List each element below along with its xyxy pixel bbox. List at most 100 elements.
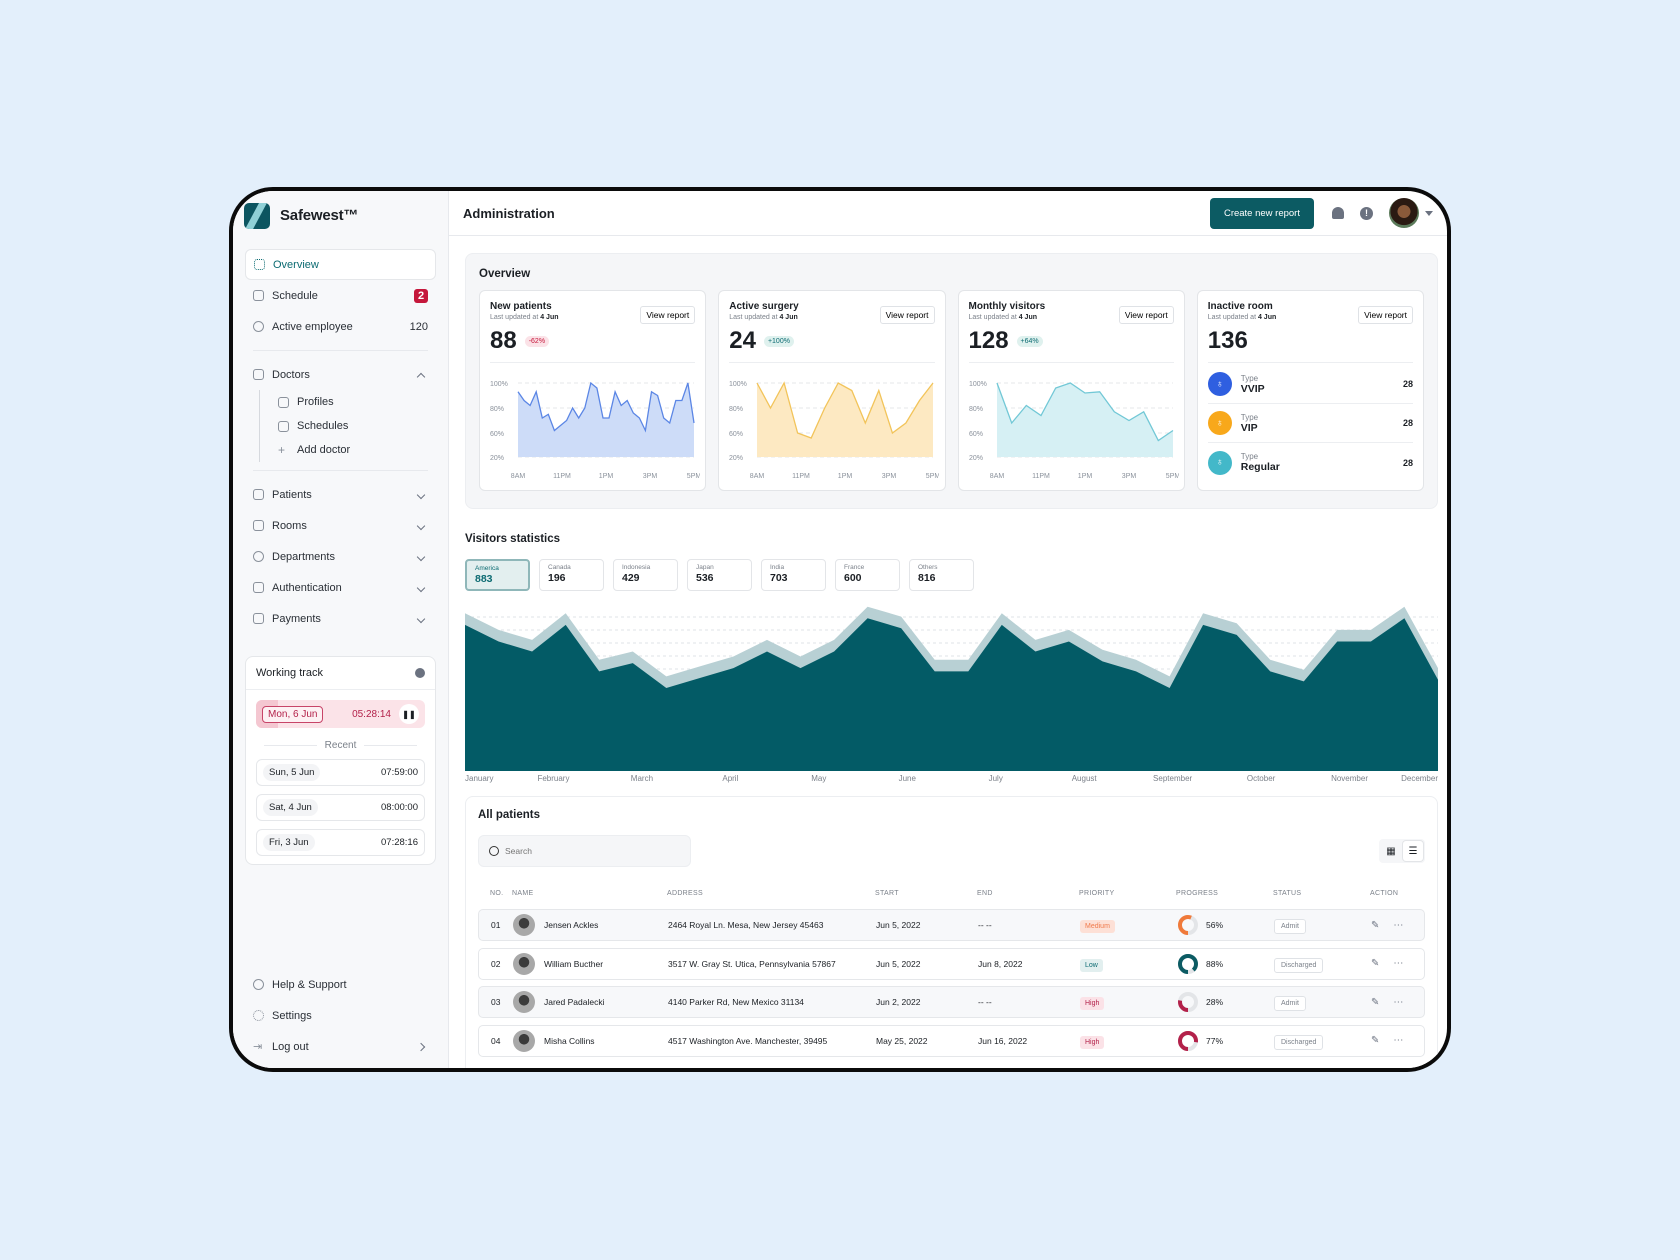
country-tab[interactable]: France 600	[835, 559, 900, 591]
alert-icon[interactable]: !	[1360, 206, 1373, 220]
action-cell: ✎ ⋯	[1371, 920, 1424, 931]
month-axis: January February March April May June July Augu…	[465, 774, 1438, 788]
card-icon	[253, 613, 264, 624]
status-badge: Admit	[1274, 996, 1306, 1011]
status-cell: Admit	[1274, 919, 1371, 934]
logo-icon	[244, 202, 270, 229]
action-cell: ✎ ⋯	[1371, 958, 1424, 969]
gear-icon	[253, 1010, 264, 1021]
priority-badge: High	[1080, 1035, 1105, 1049]
month-label: February	[537, 774, 570, 783]
priority-cell: Medium	[1080, 920, 1177, 933]
create-report-button[interactable]: Create new report	[1209, 197, 1314, 229]
sidebar-item-rooms[interactable]: Rooms	[245, 510, 436, 541]
x-tick-label: 8AM	[989, 473, 1004, 480]
column-header: STATUS	[1273, 889, 1302, 897]
search-input[interactable]	[505, 846, 675, 856]
view-report-button[interactable]: View report	[640, 306, 696, 324]
country-tab[interactable]: Japan 536	[687, 559, 752, 591]
table-row[interactable]: 01 Jensen Ackles 2464 Royal Ln. Mesa, New …	[478, 909, 1425, 941]
country-value: 429	[622, 572, 640, 584]
sidebar-item-logout[interactable]: ⇥ Log out	[245, 1031, 436, 1062]
country-tab[interactable]: Indonesia 429	[613, 559, 678, 591]
sidebar-item-doctors[interactable]: Doctors	[245, 359, 436, 390]
overview-cards: New patients Last updated at 4 Jun View re…	[466, 280, 1437, 491]
sidebar-item-settings[interactable]: Settings	[245, 1000, 436, 1031]
sidebar-item-schedule[interactable]: Schedule 2	[245, 280, 436, 311]
column-header: ACTION	[1370, 889, 1399, 897]
card-value: 128	[968, 327, 1009, 354]
more-icon[interactable]: ⋯	[1393, 997, 1403, 1008]
chevron-down-icon	[416, 552, 426, 561]
progress-cell: 56%	[1177, 914, 1274, 936]
sidebar-item-overview[interactable]: Overview	[245, 249, 436, 280]
recent-item[interactable]: Sat, 4 Jun 08:00:00	[256, 794, 425, 821]
room-type-text: Type VIP	[1241, 413, 1258, 434]
sidebar-bottom: Help & Support Settings ⇥ Log out	[245, 969, 436, 1062]
edit-icon[interactable]: ✎	[1371, 997, 1379, 1008]
more-icon[interactable]: ⋯	[1393, 1035, 1403, 1046]
sidebar-item-profiles[interactable]: Profiles	[270, 390, 436, 414]
brand-name: Safewest™	[280, 207, 359, 224]
card-value: 88	[490, 327, 517, 354]
recent-item[interactable]: Fri, 3 Jun 07:28:16	[256, 829, 425, 856]
sidebar-item-authentication[interactable]: Authentication	[245, 572, 436, 603]
patient-name: William Bucther	[544, 958, 604, 969]
action-cell: ✎ ⋯	[1371, 1035, 1424, 1046]
sidebar-item-patients[interactable]: Patients	[245, 479, 436, 510]
pause-icon[interactable]: ❚❚	[399, 704, 419, 724]
sidebar-item-payments[interactable]: Payments	[245, 603, 436, 634]
country-tab[interactable]: Canada 196	[539, 559, 604, 591]
country-tabs: America 883 Canada 196 Indonesia 429 Japan 536 I…	[465, 559, 974, 591]
schedule-badge: 2	[414, 288, 428, 303]
employee-count: 120	[409, 320, 428, 333]
table-header: NO. NAME ADDRESS START END PRIORITY PROGRESS ST…	[478, 887, 1425, 899]
sidebar-item-add-doctor[interactable]: + Add doctor	[270, 438, 436, 462]
progress-donut	[1178, 953, 1198, 974]
table-row[interactable]: 03 Jared Padalecki 4140 Parker Rd, New Mex…	[478, 986, 1425, 1018]
more-icon[interactable]: ⋯	[1393, 958, 1403, 969]
recent-item[interactable]: Sun, 5 Jun 07:59:00	[256, 759, 425, 786]
sidebar-item-schedules[interactable]: Schedules	[270, 414, 436, 438]
sidebar-item-help[interactable]: Help & Support	[245, 969, 436, 1000]
view-switcher: ▦ ☰	[1379, 839, 1425, 863]
brand[interactable]: Safewest™	[233, 191, 448, 231]
country-value: 883	[475, 573, 493, 585]
progress-cell: 28%	[1177, 991, 1274, 1013]
edit-icon[interactable]: ✎	[1371, 920, 1379, 931]
list-view-icon[interactable]: ☰	[1403, 841, 1423, 861]
priority-badge: Medium	[1080, 920, 1115, 933]
bell-icon[interactable]	[1332, 207, 1344, 219]
search-field[interactable]	[478, 835, 691, 867]
table-row[interactable]: 04 Misha Collins 4517 Washington Ave. Manc…	[478, 1024, 1425, 1057]
month-label: July	[988, 774, 1003, 783]
app-window: Safewest™ Overview Schedule 2 Active emp…	[229, 187, 1451, 1072]
edit-icon[interactable]: ✎	[1371, 958, 1379, 969]
caret-down-icon[interactable]	[1425, 210, 1433, 216]
search-icon	[489, 846, 499, 856]
avatar[interactable]	[1389, 198, 1419, 228]
more-icon[interactable]: ⋯	[1393, 920, 1403, 931]
y-tick-label: 80%	[969, 406, 983, 413]
view-report-button[interactable]: View report	[1118, 306, 1174, 324]
room-type-row: ♁ Type VIP 28	[1207, 404, 1413, 443]
view-report-button[interactable]: View report	[879, 306, 935, 324]
sidebar: Safewest™ Overview Schedule 2 Active emp…	[233, 191, 449, 1068]
visitors-area-chart	[465, 606, 1438, 771]
grid-view-icon[interactable]: ▦	[1381, 841, 1401, 861]
edit-icon[interactable]: ✎	[1371, 1035, 1379, 1046]
patient-address: 4140 Parker Rd, New Mexico 31134	[668, 997, 804, 1007]
table-body: 01 Jensen Ackles 2464 Royal Ln. Mesa, New …	[478, 909, 1425, 1063]
x-tick-label: 11PM	[553, 473, 571, 480]
sidebar-item-active-employee[interactable]: Active employee 120	[245, 311, 436, 342]
country-tab[interactable]: India 703	[761, 559, 826, 591]
room-type-count: 28	[1402, 379, 1413, 389]
info-icon[interactable]	[415, 668, 425, 678]
change-badge: +64%	[1016, 335, 1043, 347]
view-report-button[interactable]: View report	[1358, 306, 1413, 324]
country-tab[interactable]: Others 816	[909, 559, 974, 591]
country-tab[interactable]: America 883	[465, 559, 530, 591]
sidebar-item-departments[interactable]: Departments	[245, 541, 436, 572]
table-row[interactable]: 02 William Bucther 3517 W. Gray St. Utica,…	[478, 947, 1425, 980]
room-type-label: Type	[1240, 412, 1259, 422]
